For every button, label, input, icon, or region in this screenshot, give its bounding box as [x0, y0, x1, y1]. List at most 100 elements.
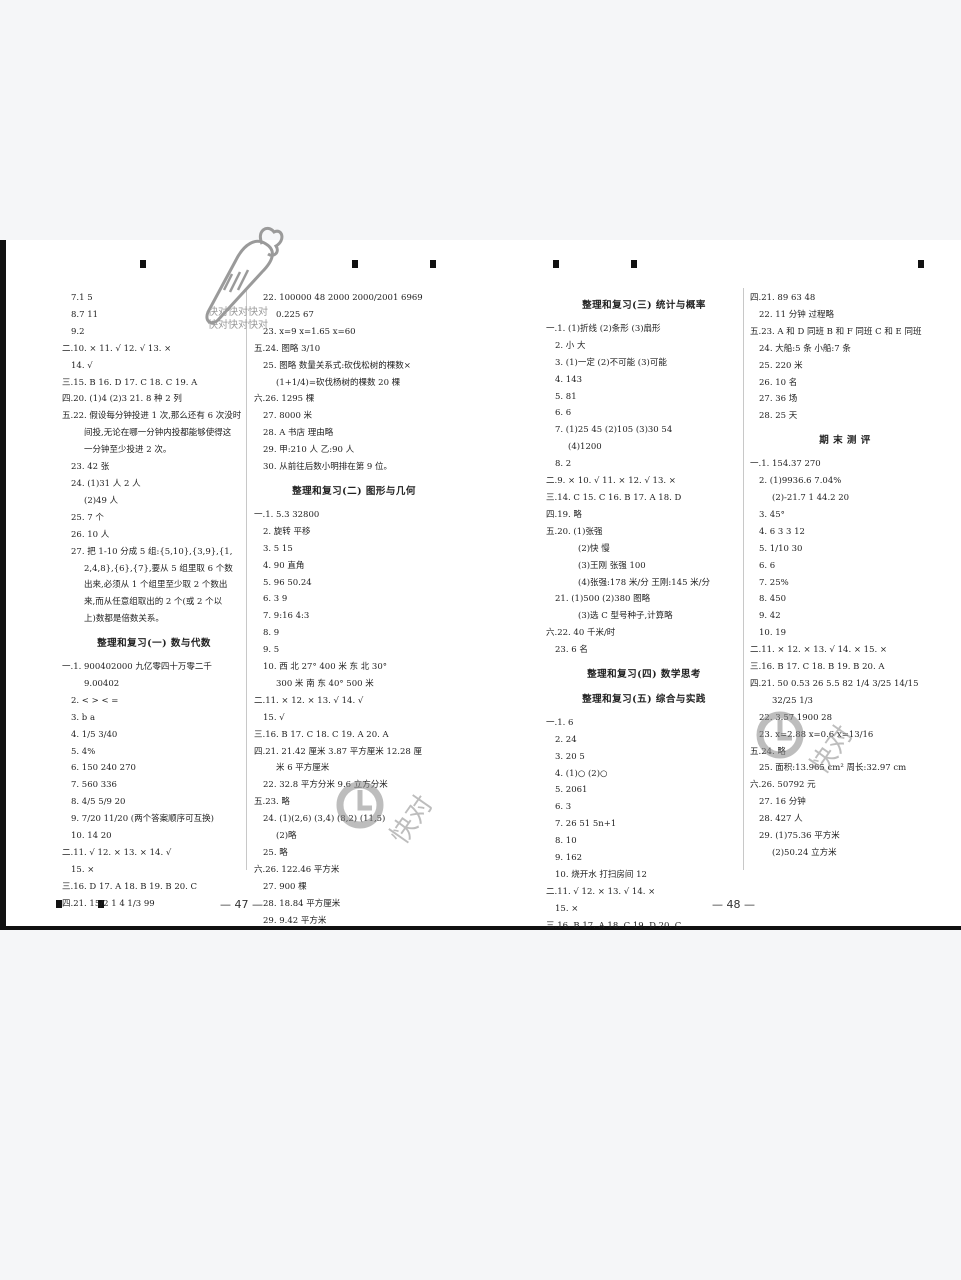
answer-line: 27. 8000 米	[263, 411, 313, 422]
answer-line: (3)选 C 型号种子,计算略	[578, 611, 673, 622]
answer-line: 10. 19	[759, 628, 787, 639]
answer-line: 28. 18.84 平方厘米	[263, 898, 341, 909]
answer-line: 27. 900 棵	[263, 881, 307, 892]
section-heading: 整理和复习(二) 图形与几何	[292, 485, 416, 497]
answer-line: 五.23. A 和 D 同班 B 和 F 同班 C 和 E 同班	[750, 326, 922, 337]
answer-line: 8. 9	[263, 628, 280, 639]
answer-line: (1+1/4)=砍伐杨树的棵数 20 棵	[276, 377, 401, 388]
answer-line: 出来,必须从 1 个组里至少取 2 个数出	[84, 580, 228, 591]
answer-line: 9. 7/20 11/20 (两个答案顺序可互换)	[71, 814, 214, 825]
answer-line: 8. 4/5 5/9 20	[71, 797, 126, 808]
svg-text:快对: 快对	[805, 720, 859, 780]
answer-line: 间投,无论在哪一分钟内投都能够使得这	[84, 428, 232, 439]
answer-line: 28. 427 人	[759, 814, 803, 825]
answer-line: 二.11. × 12. × 13. √ 14. √	[254, 695, 364, 706]
section-heading: 整理和复习(五) 综合与实践	[582, 693, 706, 705]
registration-mark	[553, 260, 559, 268]
answer-line: 二.11. × 12. × 13. √ 14. × 15. ×	[750, 645, 888, 656]
answer-line: 30. 从前往后数小明排在第 9 位。	[263, 462, 393, 473]
answer-line: 7. 26 51 5n+1	[555, 819, 617, 830]
answer-line: 25. 7 个	[71, 512, 104, 523]
answer-line: 四.21. 21.42 厘米 3.87 平方厘米 12.28 厘	[254, 746, 423, 757]
answer-line: 7. 560 336	[71, 780, 117, 791]
answer-line: 四.21. 89 63 48	[750, 293, 816, 303]
answer-line: 5. 96 50.24	[263, 577, 312, 588]
answer-line: 15. √	[263, 712, 285, 723]
answer-line: 六.26. 122.46 平方米	[254, 864, 340, 875]
answer-line: 来,而从任意组取出的 2 个(或 2 个以	[84, 597, 223, 608]
watermark-text: 快对快对快对 快对快对快对	[208, 306, 268, 332]
answer-line: 五.20. (1)张强	[546, 526, 603, 537]
section-heading: 整理和复习(三) 统计与概率	[582, 300, 706, 311]
answer-key-spread: 7.1 5 8.7 11 9.2 二.10. × 11. √ 12. √ 13. × 1…	[0, 240, 961, 931]
answer-line: 25. 220 米	[759, 360, 803, 371]
answer-line: 2,4,8},{6},{7},要从 5 组里取 6 个数	[84, 563, 233, 574]
answer-line: 二.11. √ 12. × 13. × 14. √	[62, 848, 172, 858]
answer-line: 三.14. C 15. C 16. B 17. A 18. D	[546, 492, 682, 503]
answer-line: 五.22. 假设每分钟投进 1 次,那么还有 6 次没时	[62, 411, 242, 422]
answer-line: 一.1. 6	[546, 717, 574, 728]
answer-line: 29. 甲:210 人 乙:90 人	[263, 445, 355, 456]
answer-line: 3. b a	[71, 712, 96, 723]
answer-line: 10. 烧开水 打扫房间 12	[555, 870, 647, 880]
answer-line: 10. 14 20	[71, 831, 112, 842]
answer-line: 四.19. 略	[546, 509, 582, 520]
answer-line: 四.20. (1)4 (2)3 21. 8 种 2 列	[62, 394, 182, 405]
answer-line: 4. 90 直角	[263, 560, 305, 571]
answer-line: 2. (1)9936.6 7.04%	[759, 476, 842, 487]
answer-line: (2)快 慢	[578, 543, 610, 554]
answer-line: 24. (1)31 人 2 人	[71, 478, 141, 489]
answer-line: 6. 3	[555, 802, 572, 813]
answer-line: 三.16. D 17. A 18. B 19. B 20. C	[62, 881, 198, 892]
answer-line: 4. (1)○ (2)○	[555, 768, 608, 779]
registration-mark	[140, 260, 146, 268]
section-heading: 期 末 测 评	[819, 435, 871, 447]
answer-line: 2. 24	[555, 734, 577, 745]
registration-mark	[631, 260, 637, 268]
answer-line: 28. 25 天	[759, 411, 798, 422]
answer-line: 二.10. × 11. √ 12. √ 13. ×	[62, 343, 172, 354]
answer-line: (2)49 人	[84, 495, 119, 506]
answer-line: 3. 45°	[759, 509, 785, 520]
answer-line: 一.1. 154.37 270	[750, 459, 821, 470]
answer-line: 25. 图略 数量关系式:砍伐松树的棵数×	[263, 360, 411, 371]
answer-line: 27. 16 分钟	[759, 797, 806, 808]
answer-line: 上)数都是倍数关系。	[84, 614, 164, 625]
answer-line: 2. < > < =	[71, 695, 119, 706]
registration-mark	[918, 260, 924, 268]
answer-line: 一.1. 900402000 九亿零四十万零二千	[62, 662, 212, 673]
answer-line: 五.24. 图略 3/10	[254, 343, 321, 354]
watermark-line: 快对快对快对	[208, 307, 268, 318]
answer-line: 六.26. 1295 棵	[254, 394, 315, 405]
answer-line: 三.16. B 17. C 18. B 19. B 20. A	[750, 662, 885, 673]
answer-line: 四.21. 15/2 1 4 1/3 99	[62, 898, 155, 909]
answer-line: 5. 4%	[71, 746, 96, 757]
answer-line: 二.9. × 10. √ 11. × 12. √ 13. ×	[546, 476, 676, 487]
answer-line: 一.1. 5.3 32800	[254, 509, 320, 520]
watermark-line: 快对快对快对	[208, 320, 268, 331]
answer-line: 27. 36 场	[759, 394, 798, 405]
answer-line: 22. 11 分钟 过程略	[759, 309, 834, 320]
answer-line: 7. 9:16 4:3	[263, 611, 310, 622]
answer-line: 3. 5 15	[263, 543, 293, 554]
answer-line: 27. 把 1-10 分成 5 组:{5,10},{3,9},{1,	[71, 546, 233, 557]
answer-line: 6. 150 240 270	[71, 763, 136, 774]
page-number-left: — 47 —	[220, 898, 263, 911]
section-heading: 整理和复习(四) 数学思考	[587, 669, 701, 681]
answer-line: 21. (1)500 (2)380 图略	[555, 594, 651, 605]
registration-mark	[430, 260, 436, 268]
answer-line: 9. 5	[263, 645, 280, 656]
answer-line: 六.22. 40 千米/时	[546, 628, 616, 639]
answer-line: 5. 2061	[555, 785, 588, 796]
answer-line: 7. 25%	[759, 577, 789, 588]
answer-line: 6. 3 9	[263, 594, 288, 605]
answer-line: 9. 42	[759, 611, 781, 622]
answer-line: 4. 6 3 3 12	[759, 526, 805, 537]
answer-line: 14. √	[71, 360, 93, 371]
answer-line: 28. A 书店 理由略	[263, 428, 334, 439]
column-3: 整理和复习(三) 统计与概率 一.1. (1)折线 (2)条形 (3)扇形 2. 小…	[546, 290, 742, 935]
answer-line: 3. 20 5	[555, 751, 585, 762]
answer-line: 26. 10 名	[759, 377, 798, 388]
answer-line: 一.1. (1)折线 (2)条形 (3)扇形	[546, 323, 661, 334]
answer-line: (4)张强:178 米/分 王刚:145 米/分	[578, 577, 711, 588]
